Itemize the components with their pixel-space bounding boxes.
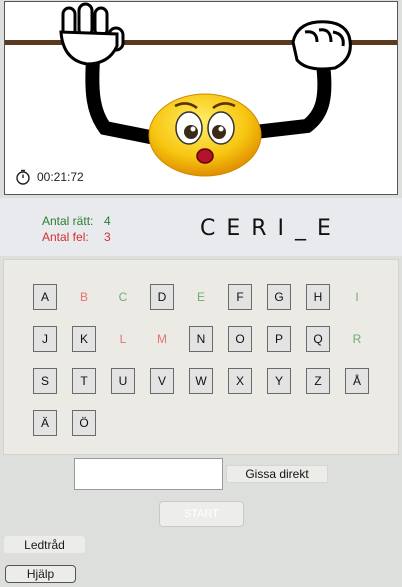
key-p[interactable]: P <box>267 326 291 352</box>
key-o[interactable]: O <box>228 326 252 352</box>
right-arm <box>248 57 332 139</box>
key-m: M <box>150 326 174 352</box>
correct-count-row: Antal rätt: 4 <box>42 214 111 228</box>
word-display: CERI_E <box>200 216 342 241</box>
key-y[interactable]: Y <box>267 368 291 394</box>
correct-value: 4 <box>104 214 111 228</box>
start-button[interactable]: START <box>159 501 244 527</box>
key-c: C <box>111 284 135 310</box>
right-hand <box>291 20 352 71</box>
wrong-count-row: Antal fel: 3 <box>42 230 111 244</box>
key-u[interactable]: U <box>111 368 135 394</box>
key-t[interactable]: T <box>72 368 96 394</box>
key-j[interactable]: J <box>33 326 57 352</box>
wrong-value: 3 <box>104 230 111 244</box>
wrong-label: Antal fel: <box>42 230 89 244</box>
correct-label: Antal rätt: <box>42 214 94 228</box>
key-f[interactable]: F <box>228 284 252 310</box>
guess-input[interactable] <box>74 458 223 490</box>
left-arm <box>85 53 162 145</box>
key-z[interactable]: Z <box>306 368 330 394</box>
key-ö[interactable]: Ö <box>72 410 96 436</box>
letter-keyboard: ABCDEFGHI JKLMNOPQR STUVWXYZÅ ÄÖ <box>3 259 399 455</box>
key-r: R <box>345 326 369 352</box>
key-k[interactable]: K <box>72 326 96 352</box>
key-n[interactable]: N <box>189 326 213 352</box>
key-ä[interactable]: Ä <box>33 410 57 436</box>
stopwatch-icon <box>15 169 31 185</box>
worried-face <box>148 93 262 177</box>
score-panel: Antal rätt: 4 Antal fel: 3 CERI_E <box>0 198 402 256</box>
key-e: E <box>189 284 213 310</box>
key-å[interactable]: Å <box>345 368 369 394</box>
key-b: B <box>72 284 96 310</box>
key-v[interactable]: V <box>150 368 174 394</box>
key-h[interactable]: H <box>306 284 330 310</box>
hangman-image: 00:21:72 <box>4 1 398 195</box>
timer-value: 00:21:72 <box>37 170 84 184</box>
key-a[interactable]: A <box>33 284 57 310</box>
timer: 00:21:72 <box>15 168 84 186</box>
guess-direct-button[interactable]: Gissa direkt <box>226 465 328 483</box>
hint-button[interactable]: Ledtråd <box>4 536 85 553</box>
key-x[interactable]: X <box>228 368 252 394</box>
hangman-illustration <box>5 2 397 177</box>
left-hand <box>59 2 125 66</box>
key-s[interactable]: S <box>33 368 57 394</box>
key-i: I <box>345 284 369 310</box>
key-q[interactable]: Q <box>306 326 330 352</box>
key-g[interactable]: G <box>267 284 291 310</box>
help-button[interactable]: Hjälp <box>5 565 76 583</box>
key-w[interactable]: W <box>189 368 213 394</box>
key-d[interactable]: D <box>150 284 174 310</box>
key-l: L <box>111 326 135 352</box>
